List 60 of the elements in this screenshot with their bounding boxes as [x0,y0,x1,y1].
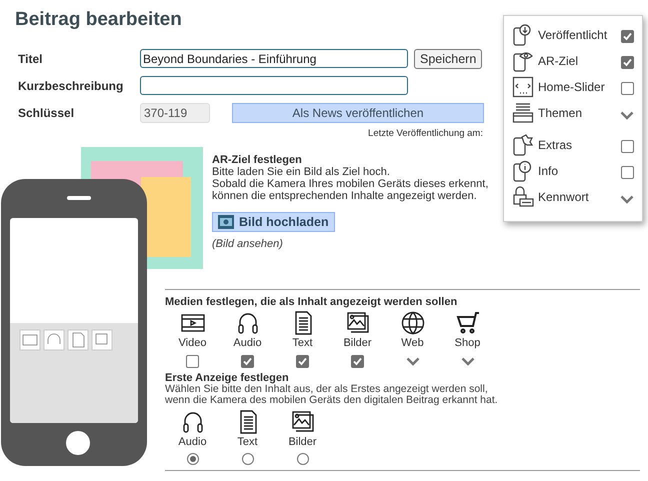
checkbox[interactable] [621,140,634,153]
page-title: Beitrag bearbeiten [15,8,183,32]
publish-news-button[interactable]: Als News veröffentlichen [232,102,484,122]
image-icon [218,215,234,230]
field-label: Kurzbeschreibung [18,78,124,94]
globe-icon [400,311,426,336]
instruction-text: Bitte laden Sie ein Bild als Ziel hoch. Sobald die Kamera Ihres mobilen Geräts dieses erkennt, können die entsprechenden Inhalte angezeigt werden. [212,166,488,202]
media-label: Video [178,336,206,352]
title-field[interactable]: Beyond Boundaries - Einführung [140,49,408,68]
chevron-down-icon [460,356,474,366]
pictures-icon [344,311,370,336]
setting-label: AR-Ziel [538,53,580,70]
checkbox[interactable] [621,82,634,95]
radio-button[interactable] [186,453,198,466]
radio-button[interactable] [296,453,308,466]
media-label: Web [401,336,424,352]
slider-frame-icon [512,76,534,98]
tray-icon [512,102,534,124]
section-heading: Medien festlegen, die als Inhalt angezeigt werden sollen [165,296,458,308]
save-button[interactable]: Speichern [414,48,482,68]
radio-button[interactable] [242,453,254,466]
setting-label: Veröffentlicht [538,27,608,44]
lock-password-icon [512,186,534,208]
section-heading: AR-Ziel festlegen [212,154,303,166]
chevron-down-icon [406,356,420,366]
media-label: Bilder [343,336,372,352]
field-label: Schlüssel [18,104,76,122]
checkbox[interactable] [296,354,309,368]
phone-info-icon [512,160,534,182]
view-image-link[interactable]: (Bild ansehen) [212,238,488,250]
summary-field[interactable] [140,76,408,95]
section-heading: Erste Anzeige festlegen [165,372,290,384]
media-label: Shop [454,336,480,352]
chevron-down-icon [620,195,634,204]
media-label: Audio [233,336,262,352]
phone-eye-icon [512,50,534,72]
setting-label: Kennwort [538,189,590,206]
setting-label: Extras [538,137,574,154]
shopping-cart-icon [454,311,480,336]
checkbox[interactable] [621,56,634,69]
option-label: Audio [178,434,207,450]
option-label: Bilder [288,434,317,450]
media-label: Text [292,336,313,352]
pictures-icon [290,410,316,434]
last-published-text: Letzte Veröffentlichung am: [367,127,483,141]
checkbox[interactable] [351,354,364,368]
key-field[interactable]: 370-119 [140,102,210,122]
checkbox[interactable] [621,30,634,43]
description-text: Wählen Sie bitte den Inhalt aus, der als Erstes angezeigt werden soll, wenn die Kamera des mobilen Geräts den digitalen Beitrag erkannt hat. [165,384,499,407]
upload-image-button[interactable]: Bild hochladen [212,212,335,232]
chevron-down-icon [620,111,634,120]
checkbox[interactable] [186,354,199,368]
checkbox[interactable] [241,354,254,368]
setting-label: Themen [538,105,584,122]
phone-puzzle-icon [512,134,534,156]
checkbox[interactable] [621,166,634,179]
field-label: Titel [18,50,44,68]
setting-label: Info [538,163,560,180]
option-label: Text [237,434,258,450]
setting-label: Home-Slider [538,79,606,96]
